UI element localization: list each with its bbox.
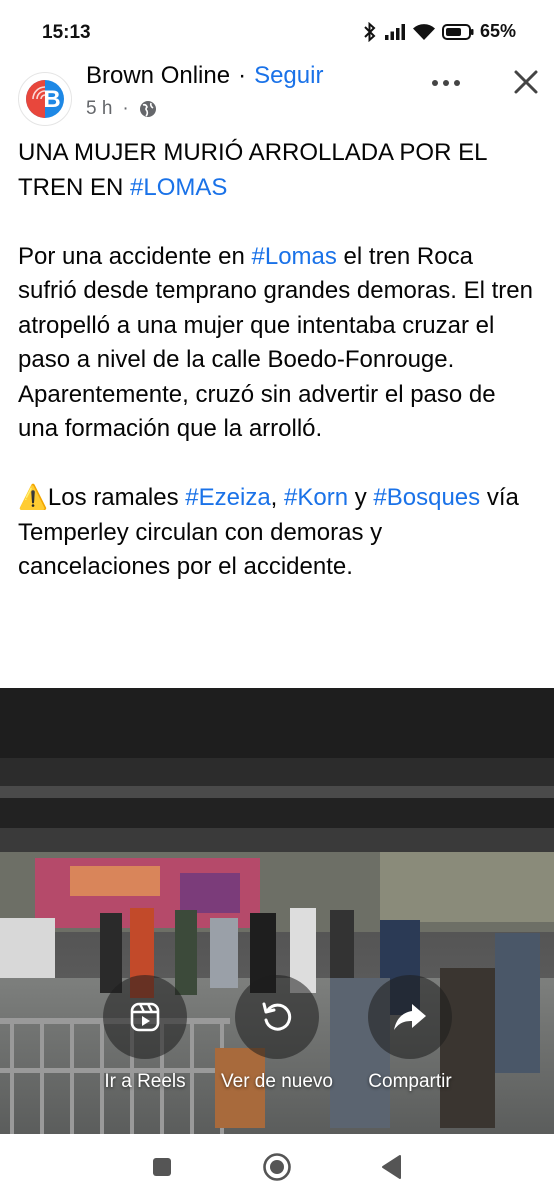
- post-paragraph-1: Por una accidente en #Lomas el tren Roca…: [18, 240, 538, 447]
- follow-button[interactable]: Seguir: [254, 62, 323, 90]
- replay-button-circle: [235, 975, 319, 1059]
- share-label: Compartir: [368, 1071, 452, 1092]
- brown-online-logo: B: [26, 80, 64, 118]
- paragraph-2-start: Los ramales: [47, 484, 186, 511]
- wifi-icon: [412, 23, 435, 40]
- status-time: 15:13: [42, 22, 91, 43]
- battery-icon: [441, 23, 474, 40]
- recents-button[interactable]: [147, 1152, 177, 1182]
- back-triangle-icon: [382, 1155, 401, 1179]
- recents-square-icon: [153, 1158, 171, 1176]
- back-button[interactable]: [377, 1152, 407, 1182]
- post-paragraph-2: ⚠️Los ramales #Ezeiza, #Korn y #Bosques …: [18, 481, 538, 585]
- paragraph-1-start: Por una accidente en: [18, 242, 252, 270]
- close-icon: [514, 70, 538, 94]
- close-button[interactable]: [508, 64, 544, 100]
- system-nav-bar: [0, 1134, 554, 1200]
- replay-icon: [262, 1002, 292, 1031]
- author-name[interactable]: Brown Online: [86, 62, 230, 90]
- paragraph-2-and: y: [348, 484, 374, 511]
- warning-emoji: ⚠️: [18, 484, 48, 511]
- author-row: Brown Online · Seguir: [86, 62, 323, 90]
- home-circle-icon: [263, 1153, 291, 1181]
- go-to-reels-button[interactable]: Ir a Reels: [85, 975, 205, 1093]
- globe-icon: [139, 101, 156, 117]
- post-title: UNA MUJER MURIÓ ARROLLADA POR EL TREN EN…: [18, 136, 538, 205]
- post-header: B Brown Online · Seguir 5 h ·: [0, 58, 554, 128]
- avatar-letter: B: [43, 86, 60, 113]
- paragraph-2-comma: ,: [270, 484, 285, 511]
- share-button[interactable]: Compartir: [350, 975, 470, 1093]
- reels-icon: [130, 1002, 160, 1032]
- status-icons: 65%: [362, 21, 516, 42]
- home-button[interactable]: [262, 1152, 292, 1182]
- more-dots-icon: [432, 80, 460, 86]
- hashtag-bosques[interactable]: #Bosques: [373, 484, 480, 511]
- status-bar: 15:13 65%: [0, 0, 554, 62]
- signal-icon: [384, 23, 405, 40]
- replay-button[interactable]: Ver de nuevo: [217, 975, 337, 1093]
- go-to-reels-label: Ir a Reels: [104, 1071, 186, 1092]
- paragraph-1-rest: el tren Roca sufrió desde temprano grand…: [18, 242, 533, 443]
- post-title-text: UNA MUJER MURIÓ ARROLLADA POR EL TREN EN: [18, 139, 487, 201]
- replay-label: Ver de nuevo: [221, 1071, 333, 1092]
- post-time[interactable]: 5 h: [86, 98, 112, 120]
- page-avatar[interactable]: B: [18, 72, 72, 126]
- share-icon: [394, 1004, 426, 1030]
- hashtag-lomas-title[interactable]: #LOMAS: [130, 174, 227, 201]
- bluetooth-icon: [364, 21, 376, 42]
- hashtag-ezeiza[interactable]: #Ezeiza: [185, 484, 270, 511]
- post-meta: 5 h ·: [86, 98, 157, 120]
- hashtag-korn[interactable]: #Korn: [284, 484, 348, 511]
- reels-button-circle: [103, 975, 187, 1059]
- post-text: UNA MUJER MURIÓ ARROLLADA POR EL TREN EN…: [18, 136, 538, 585]
- more-options-button[interactable]: [424, 66, 468, 100]
- battery-percent: 65%: [479, 21, 516, 41]
- meta-separator: ·: [122, 98, 129, 119]
- hashtag-lomas[interactable]: #Lomas: [252, 243, 337, 270]
- separator-dot: ·: [238, 62, 247, 89]
- share-button-circle: [368, 975, 452, 1059]
